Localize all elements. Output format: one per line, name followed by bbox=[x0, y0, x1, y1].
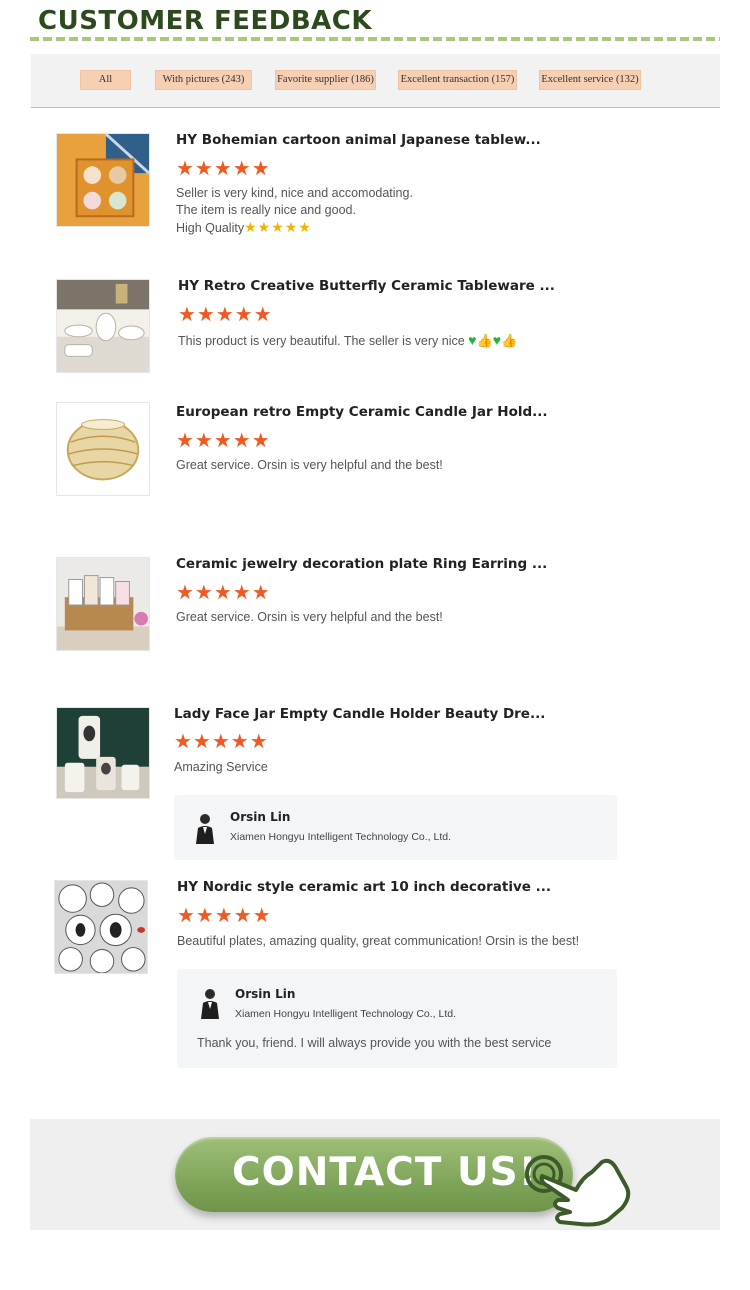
review-text-line: Seller is very kind, nice and accomodati… bbox=[176, 186, 413, 200]
pointing-hand-icon bbox=[518, 1152, 634, 1228]
thumbs-up-icon: 👍 bbox=[476, 333, 493, 348]
filter-chip-all[interactable]: All bbox=[80, 70, 131, 90]
reply-company: Xiamen Hongyu Intelligent Technology Co.… bbox=[235, 1008, 457, 1020]
review-product-title[interactable]: HY Bohemian cartoon animal Japanese tabl… bbox=[176, 132, 541, 148]
product-thumbnail[interactable] bbox=[56, 133, 150, 227]
review-text-line: High Quality★★★★★ bbox=[176, 219, 312, 237]
product-thumbnail[interactable] bbox=[56, 707, 150, 799]
filter-chip-excellent-service[interactable]: Excellent service (132) bbox=[539, 70, 641, 90]
review-text-line: This product is very beautiful. The sell… bbox=[178, 334, 465, 348]
review-product-title[interactable]: Lady Face Jar Empty Candle Holder Beauty… bbox=[174, 706, 545, 722]
review-product-title[interactable]: European retro Empty Ceramic Candle Jar … bbox=[176, 404, 548, 420]
review-product-title[interactable]: HY Retro Creative Butterfly Ceramic Tabl… bbox=[178, 278, 555, 294]
filter-chip-with-pictures[interactable]: With pictures (243) bbox=[155, 70, 252, 90]
product-thumbnail[interactable] bbox=[56, 557, 150, 651]
review-text-line: Beautiful plates, amazing quality, great… bbox=[177, 934, 580, 948]
page-header: CUSTOMER FEEDBACK bbox=[38, 6, 372, 36]
seller-reply: Orsin Lin Xiamen Hongyu Intelligent Tech… bbox=[177, 969, 617, 1068]
product-thumbnail[interactable] bbox=[54, 880, 148, 974]
product-thumbnail[interactable] bbox=[56, 279, 150, 373]
review-text-line: Amazing Service bbox=[174, 760, 268, 774]
avatar bbox=[194, 812, 216, 844]
product-thumbnail[interactable] bbox=[56, 402, 150, 496]
rating-stars: ★★★★★ bbox=[176, 430, 271, 452]
header-divider bbox=[30, 37, 720, 41]
review-text-line: This product is very beautiful. The sell… bbox=[178, 332, 517, 350]
reply-author-name: Orsin Lin bbox=[235, 987, 296, 1001]
green-heart-icon: ♥ bbox=[468, 332, 477, 348]
quality-stars: ★★★★★ bbox=[244, 219, 312, 235]
review-text-line: Great service. Orsin is very helpful and… bbox=[176, 458, 443, 472]
green-heart-icon: ♥ bbox=[492, 332, 501, 348]
rating-stars: ★★★★★ bbox=[176, 582, 271, 604]
review-text-line: Great service. Orsin is very helpful and… bbox=[176, 610, 443, 624]
page-title: CUSTOMER FEEDBACK bbox=[38, 6, 372, 36]
avatar bbox=[199, 987, 221, 1019]
review-text-line: High Quality bbox=[176, 221, 245, 235]
filter-bar: All With pictures (243) Favorite supplie… bbox=[31, 54, 720, 108]
reply-author-name: Orsin Lin bbox=[230, 810, 291, 824]
reply-text: Thank you, friend. I will always provide… bbox=[197, 1036, 552, 1050]
rating-stars: ★★★★★ bbox=[178, 304, 273, 326]
review-product-title[interactable]: Ceramic jewelry decoration plate Ring Ea… bbox=[176, 556, 547, 572]
review-text-line: The item is really nice and good. bbox=[176, 203, 356, 217]
seller-reply: Orsin Lin Xiamen Hongyu Intelligent Tech… bbox=[174, 795, 617, 860]
rating-stars: ★★★★★ bbox=[176, 158, 271, 180]
thumbs-up-icon: 👍 bbox=[501, 333, 518, 348]
review-product-title[interactable]: HY Nordic style ceramic art 10 inch deco… bbox=[177, 879, 551, 895]
contact-us-label[interactable]: CONTACT US! bbox=[232, 1150, 538, 1195]
rating-stars: ★★★★★ bbox=[174, 731, 269, 753]
rating-stars: ★★★★★ bbox=[177, 905, 272, 927]
reply-company: Xiamen Hongyu Intelligent Technology Co.… bbox=[230, 831, 452, 843]
filter-chip-favorite-supplier[interactable]: Favorite supplier (186) bbox=[275, 70, 376, 90]
filter-chip-excellent-transaction[interactable]: Excellent transaction (157) bbox=[398, 70, 517, 90]
